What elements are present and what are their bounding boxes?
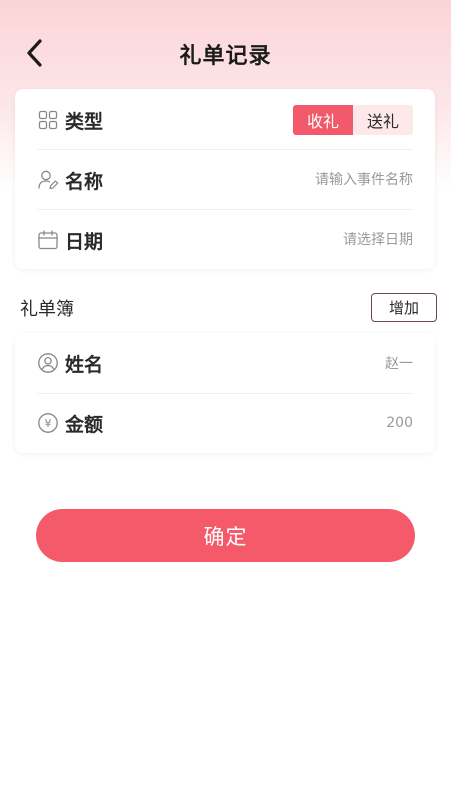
person-label: 姓名 xyxy=(65,353,104,376)
type-label: 类型 xyxy=(65,110,104,133)
add-button[interactable]: 增加 xyxy=(371,293,437,322)
date-label: 日期 xyxy=(65,230,104,253)
user-circle-icon xyxy=(37,352,59,374)
name-row: 名称 xyxy=(37,150,413,210)
page-title: 礼单记录 xyxy=(179,44,272,69)
confirm-button[interactable]: 确定 xyxy=(36,509,415,562)
date-picker-field[interactable] xyxy=(233,232,413,248)
yen-circle-icon: ¥ xyxy=(37,412,59,434)
grid-icon xyxy=(37,109,59,131)
type-option-receive[interactable]: 收礼 xyxy=(293,105,353,135)
event-name-input[interactable] xyxy=(233,172,413,188)
amount-label: 金额 xyxy=(65,413,104,436)
date-row[interactable]: 日期 xyxy=(37,210,413,270)
gift-entry-card: 姓名 ¥ 金额 xyxy=(15,333,435,453)
gift-book-title: 礼单簿 xyxy=(20,299,74,320)
type-option-give[interactable]: 送礼 xyxy=(353,105,413,135)
user-edit-icon xyxy=(37,169,59,191)
name-label: 名称 xyxy=(65,170,104,193)
person-row: 姓名 xyxy=(37,333,413,393)
amount-input[interactable] xyxy=(233,415,413,431)
type-row: 类型 收礼 送礼 xyxy=(37,90,413,150)
amount-row: ¥ 金额 xyxy=(37,393,413,453)
calendar-icon xyxy=(37,229,59,251)
person-name-input[interactable] xyxy=(233,355,413,371)
record-info-card: 类型 收礼 送礼 名称 日期 xyxy=(15,89,435,269)
svg-text:¥: ¥ xyxy=(45,417,52,430)
type-toggle: 收礼 送礼 xyxy=(293,105,413,135)
